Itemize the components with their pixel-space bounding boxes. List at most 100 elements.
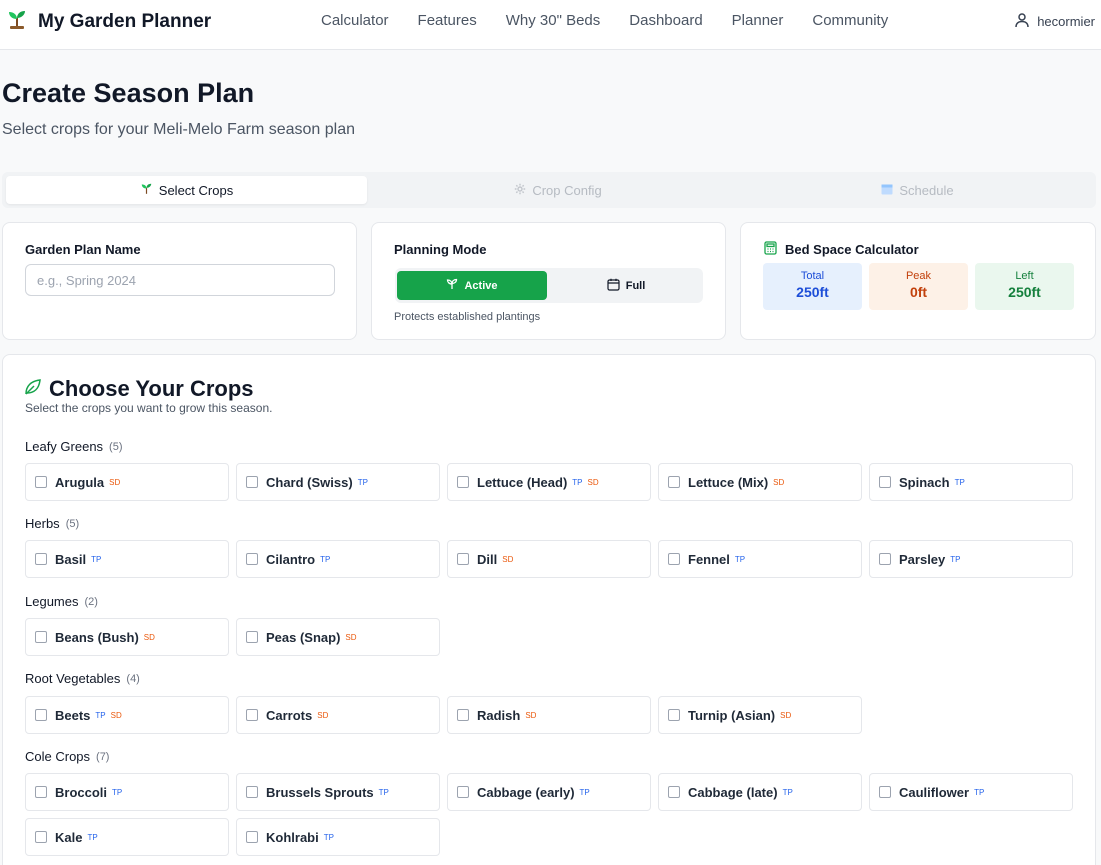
crop-checkbox[interactable]: [35, 631, 47, 643]
crop-option-parsley[interactable]: Parsley TP: [869, 540, 1073, 578]
brand-name: My Garden Planner: [38, 10, 212, 32]
user-icon: [1014, 12, 1030, 31]
crop-name: Parsley: [899, 551, 946, 567]
category-name: Cole Crops: [25, 749, 91, 764]
crop-tag: TP: [950, 554, 961, 564]
crop-checkbox[interactable]: [457, 476, 469, 488]
calculator-icon: [764, 241, 777, 258]
planning-mode-toggle: Active Full: [395, 268, 703, 303]
crop-option-carrots[interactable]: Carrots SD: [236, 696, 440, 734]
category-count: (5): [109, 440, 123, 453]
crop-checkbox[interactable]: [246, 476, 258, 488]
stat-total-value: 250ft: [796, 284, 829, 300]
crop-name: Beans (Bush): [55, 629, 139, 645]
crop-option-cabbage-late[interactable]: Cabbage (late) TP: [658, 773, 862, 811]
plan-name-input[interactable]: [25, 264, 335, 296]
crop-checkbox[interactable]: [35, 786, 47, 798]
category-legumes: Legumes (2): [25, 594, 98, 609]
crop-name: Spinach: [899, 474, 950, 490]
crop-option-cilantro[interactable]: Cilantro TP: [236, 540, 440, 578]
nav-link-planner[interactable]: Planner: [732, 12, 784, 29]
bed-space-card: Bed Space Calculator Total 250ft Peak 0f…: [740, 222, 1096, 340]
stat-peak-label: Peak: [905, 270, 932, 282]
crop-checkbox[interactable]: [246, 631, 258, 643]
crop-option-spinach[interactable]: Spinach TP: [869, 463, 1073, 501]
crop-checkbox[interactable]: [246, 786, 258, 798]
crop-checkbox[interactable]: [246, 709, 258, 721]
tab-crop-config[interactable]: Crop Config: [377, 176, 739, 204]
crop-option-broccoli[interactable]: Broccoli TP: [25, 773, 229, 811]
crop-tag: SD: [110, 710, 122, 720]
choose-crops-heading: Choose Your Crops: [24, 376, 254, 402]
crop-checkbox[interactable]: [879, 476, 891, 488]
crop-option-dill[interactable]: Dill SD: [447, 540, 651, 578]
crop-checkbox[interactable]: [879, 786, 891, 798]
tab-schedule[interactable]: Schedule: [739, 176, 1096, 204]
nav-link-community[interactable]: Community: [812, 12, 888, 29]
crop-tag: TP: [95, 710, 106, 720]
brand[interactable]: My Garden Planner: [6, 8, 211, 35]
tab-select-crops[interactable]: Select Crops: [6, 176, 367, 204]
stat-left-value: 250ft: [1008, 284, 1041, 300]
category-leafy-greens: Leafy Greens (5): [25, 439, 123, 454]
crop-checkbox[interactable]: [35, 476, 47, 488]
nav-link-why-30-beds[interactable]: Why 30" Beds: [506, 12, 601, 29]
crop-checkbox[interactable]: [457, 786, 469, 798]
crop-tag: SD: [502, 554, 514, 564]
crop-option-turnip-asian[interactable]: Turnip (Asian) SD: [658, 696, 862, 734]
crop-tag: TP: [91, 554, 102, 564]
crop-option-chard[interactable]: Chard (Swiss) TP: [236, 463, 440, 501]
nav-link-calculator[interactable]: Calculator: [321, 12, 389, 29]
mode-active-label: Active: [464, 279, 498, 292]
crop-checkbox[interactable]: [35, 709, 47, 721]
crop-tag: SD: [317, 710, 329, 720]
crop-option-kohlrabi[interactable]: Kohlrabi TP: [236, 818, 440, 856]
crop-checkbox[interactable]: [457, 709, 469, 721]
crop-option-beans-bush[interactable]: Beans (Bush) SD: [25, 618, 229, 656]
crop-tag: TP: [323, 832, 334, 842]
category-name: Root Vegetables: [25, 671, 121, 686]
tab-label: Crop Config: [532, 182, 602, 198]
stat-left-label: Left: [1015, 270, 1034, 282]
crop-option-brussels-sprouts[interactable]: Brussels Sprouts TP: [236, 773, 440, 811]
crop-option-cabbage-early[interactable]: Cabbage (early) TP: [447, 773, 651, 811]
seedling-logo-icon: [6, 8, 28, 35]
crop-checkbox[interactable]: [457, 553, 469, 565]
crop-option-basil[interactable]: Basil TP: [25, 540, 229, 578]
mode-active-button[interactable]: Active: [397, 271, 547, 300]
gear-icon: [514, 183, 526, 198]
crop-checkbox[interactable]: [35, 831, 47, 843]
crop-name: Kohlrabi: [266, 829, 319, 845]
crop-name: Peas (Snap): [266, 629, 341, 645]
crop-option-fennel[interactable]: Fennel TP: [658, 540, 862, 578]
crop-checkbox[interactable]: [668, 709, 680, 721]
choose-crops-card: Choose Your Crops Select the crops you w…: [2, 354, 1096, 865]
crop-option-radish[interactable]: Radish SD: [447, 696, 651, 734]
crop-checkbox[interactable]: [246, 831, 258, 843]
category-root-vegetables: Root Vegetables (4): [25, 671, 140, 686]
crop-checkbox[interactable]: [35, 553, 47, 565]
crop-checkbox[interactable]: [879, 553, 891, 565]
crop-tag: TP: [320, 554, 331, 564]
crop-option-kale[interactable]: Kale TP: [25, 818, 229, 856]
crop-option-lettuce-head[interactable]: Lettuce (Head) TP SD: [447, 463, 651, 501]
crop-option-cauliflower[interactable]: Cauliflower TP: [869, 773, 1073, 811]
crop-option-lettuce-mix[interactable]: Lettuce (Mix) SD: [658, 463, 862, 501]
crop-option-arugula[interactable]: Arugula SD: [25, 463, 229, 501]
mode-full-button[interactable]: Full: [551, 271, 701, 300]
crop-checkbox[interactable]: [246, 553, 258, 565]
crop-checkbox[interactable]: [668, 786, 680, 798]
crop-option-peas-snap[interactable]: Peas (Snap) SD: [236, 618, 440, 656]
crop-tag: TP: [87, 832, 98, 842]
bed-space-title: Bed Space Calculator: [764, 241, 919, 258]
crop-option-beets[interactable]: Beets TP SD: [25, 696, 229, 734]
nav-link-dashboard[interactable]: Dashboard: [629, 12, 702, 29]
crop-checkbox[interactable]: [668, 476, 680, 488]
crop-name: Kale: [55, 829, 83, 845]
nav-link-features[interactable]: Features: [418, 12, 477, 29]
crop-checkbox[interactable]: [668, 553, 680, 565]
user-menu[interactable]: hecormier: [1014, 12, 1095, 31]
stat-total: Total 250ft: [763, 263, 862, 310]
stat-left: Left 250ft: [975, 263, 1074, 310]
crop-name: Cabbage (early): [477, 784, 575, 800]
